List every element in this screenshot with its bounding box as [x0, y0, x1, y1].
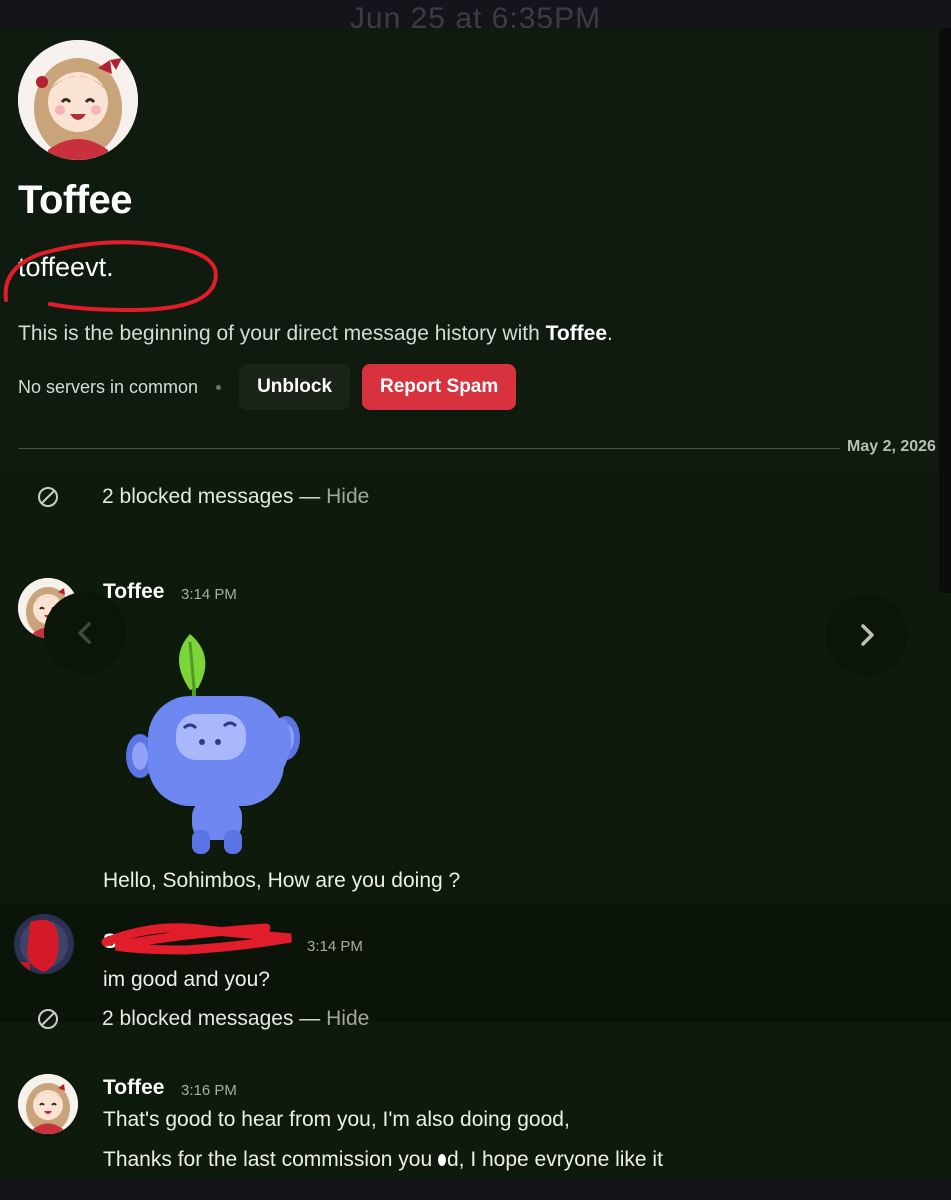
date-divider-line: [18, 448, 840, 449]
wumpus-sticker[interactable]: [120, 630, 310, 860]
message-timestamp: 3:16 PM: [181, 1082, 237, 1099]
top-timestamp-bar: Jun 25 at 6:35PM: [0, 0, 951, 28]
message-author[interactable]: Toffee: [103, 1076, 164, 1100]
blocked-messages-text: 2 blocked messages — Hide: [102, 1007, 369, 1031]
intro-name: Toffee: [545, 322, 608, 345]
profile-display-name: Toffee: [18, 178, 133, 222]
hide-blocked-link[interactable]: Hide: [326, 1007, 369, 1030]
hide-blocked-link[interactable]: Hide: [326, 485, 369, 508]
message-timestamp: 3:14 PM: [307, 938, 363, 955]
chevron-right-icon: [861, 624, 874, 646]
mutual-servers-text: No servers in common: [18, 376, 199, 397]
intro-prefix: This is the beginning of your direct mes…: [18, 322, 546, 345]
message-list: 2 blocked messages — Hide Toffee 3:14 PM: [0, 474, 951, 1180]
profile-avatar[interactable]: [18, 40, 138, 160]
message-text-part-a: Thanks for the last commission you: [103, 1148, 438, 1171]
blocked-count-text: 2 blocked messages —: [102, 1007, 327, 1030]
intro-suffix: .: [607, 322, 613, 345]
message-text: im good and you?: [103, 968, 270, 991]
blocked-icon: [38, 1009, 58, 1029]
avatar[interactable]: [18, 1074, 78, 1134]
message-text-part-b: d, I hope evryone like it: [446, 1148, 663, 1171]
separator-dot: [216, 384, 222, 390]
blocked-messages-row: 2 blocked messages — Hide: [0, 474, 951, 520]
message-timestamp: 3:14 PM: [181, 586, 237, 603]
dm-intro-text: This is the beginning of your direct mes…: [18, 322, 613, 346]
date-divider-label: May 2, 2026: [847, 438, 936, 455]
blocked-messages-row: 2 blocked messages — Hide: [0, 996, 951, 1042]
red-circle-annotation: [3, 240, 218, 313]
carousel-prev-button[interactable]: [44, 592, 126, 674]
avatar[interactable]: [14, 914, 74, 974]
red-redaction-scribble: [101, 923, 292, 955]
message-text: Hello, Sohimbos, How are you doing ?: [103, 869, 461, 892]
carousel-next-button[interactable]: [826, 594, 908, 676]
report-spam-button[interactable]: Report Spam: [362, 364, 517, 410]
dm-channel: Toffee toffeevt. This is the beginning o…: [0, 28, 951, 1180]
bottom-bar: [0, 1180, 951, 1200]
chevron-left-icon: [78, 622, 91, 644]
message-author[interactable]: Toffee: [103, 580, 164, 604]
unblock-button[interactable]: Unblock: [239, 364, 351, 410]
message-text-line-1: That's good to hear from you, I'm also d…: [103, 1108, 570, 1131]
top-timestamp: Jun 25 at 6:35PM: [349, 2, 602, 28]
blocked-messages-text: 2 blocked messages — Hide: [102, 485, 369, 509]
profile-actions: No servers in common Unblock Report Spam: [18, 364, 517, 410]
message-text-line-2: Thanks for the last commission you d, I …: [103, 1148, 663, 1172]
scrollbar[interactable]: [939, 28, 951, 593]
blocked-count-text: 2 blocked messages —: [102, 485, 327, 508]
white-blot: [437, 1154, 446, 1166]
blocked-icon: [38, 487, 58, 507]
